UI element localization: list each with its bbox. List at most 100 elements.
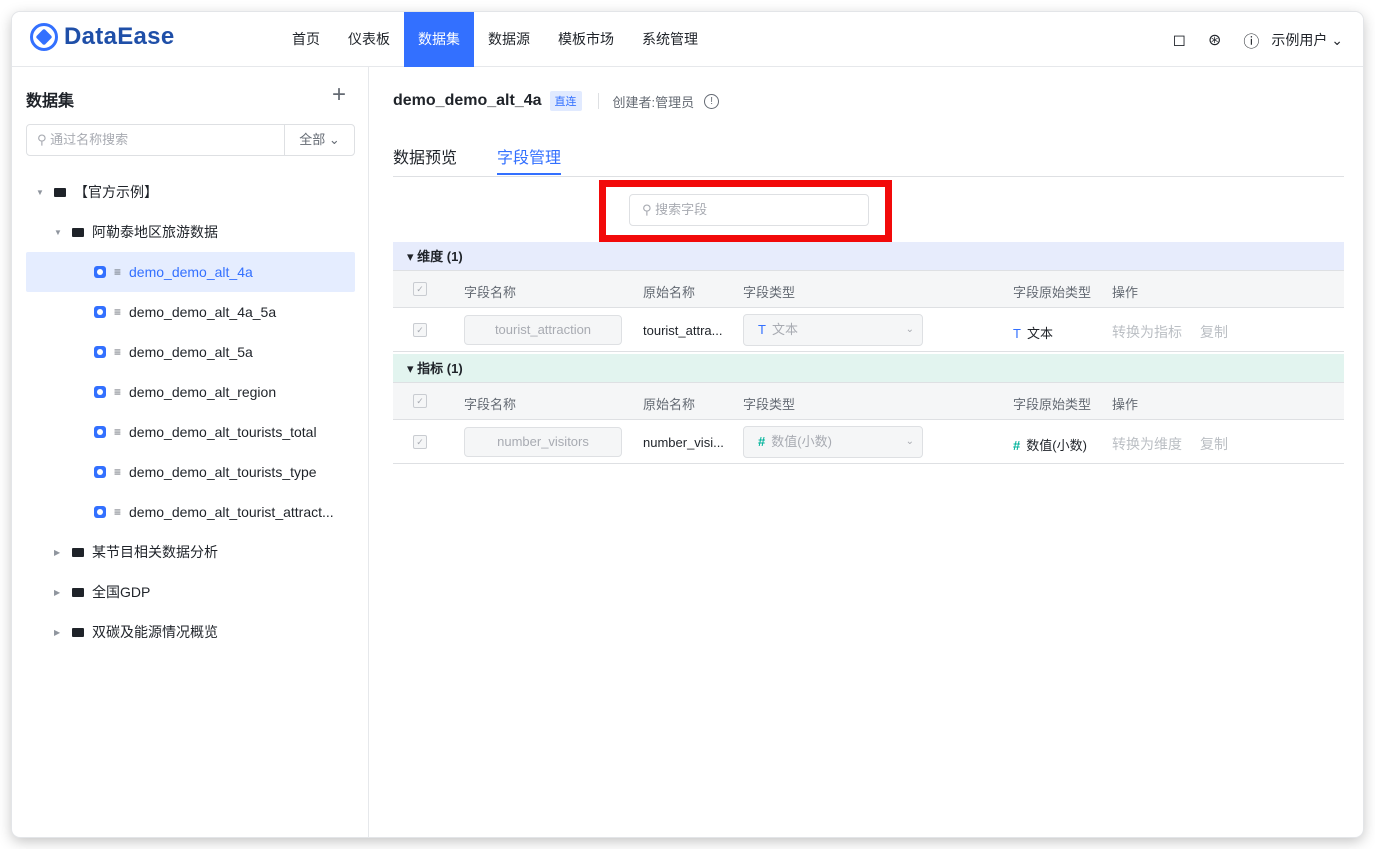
col-origin-type: 字段原始类型 bbox=[1013, 285, 1092, 300]
col-field-type: 字段类型 bbox=[743, 285, 796, 300]
list-icon: ≡ bbox=[114, 465, 122, 479]
col-origin-type: 字段原始类型 bbox=[1013, 397, 1092, 412]
caret-right-icon[interactable]: ▶ bbox=[54, 548, 66, 557]
caret-down-icon: ▾ bbox=[407, 361, 414, 376]
sidebar-search: ⚲ 通过名称搜索 全部 ⌄ bbox=[26, 124, 355, 156]
col-origin-name: 原始名称 bbox=[643, 397, 696, 412]
text-type-icon: T bbox=[1013, 326, 1021, 341]
chevron-down-icon: ⌄ bbox=[1331, 31, 1343, 48]
caret-down-icon[interactable]: ▼ bbox=[54, 228, 66, 237]
field-name-input[interactable]: number_visitors bbox=[464, 427, 622, 457]
nav-template-market[interactable]: 模板市场 bbox=[544, 12, 628, 67]
col-actions: 操作 bbox=[1112, 285, 1139, 300]
list-icon: ≡ bbox=[114, 265, 122, 279]
tree-node-folder[interactable]: ▶ 某节目相关数据分析 bbox=[26, 532, 355, 572]
row-checkbox[interactable]: ✓ bbox=[413, 323, 427, 337]
tree-node-dataset[interactable]: ≡ demo_demo_alt_4a_5a bbox=[26, 292, 355, 332]
search-icon: ⚲ bbox=[37, 132, 47, 147]
tree-node-dataset[interactable]: ≡ demo_demo_alt_tourists_total bbox=[26, 412, 355, 452]
tab-field-management[interactable]: 字段管理 bbox=[497, 144, 561, 168]
col-origin-name: 原始名称 bbox=[643, 285, 696, 300]
header-actions: ◻ ⊛ ⓘ 示例用户 ⌄ bbox=[1151, 12, 1343, 67]
user-menu[interactable]: 示例用户 ⌄ bbox=[1271, 30, 1343, 50]
logo-icon bbox=[30, 23, 58, 51]
tree-node-folder[interactable]: ▼ 【官方示例】 bbox=[26, 172, 355, 212]
notification-icon[interactable]: ◻ bbox=[1173, 30, 1186, 50]
copy-link[interactable]: 复制 bbox=[1200, 434, 1228, 454]
col-actions: 操作 bbox=[1112, 397, 1139, 412]
list-icon: ≡ bbox=[114, 305, 122, 319]
tree-node-folder[interactable]: ▼ 阿勒泰地区旅游数据 bbox=[26, 212, 355, 252]
folder-icon bbox=[72, 587, 84, 597]
caret-right-icon[interactable]: ▶ bbox=[54, 628, 66, 637]
table-header-row: ✓ 字段名称 原始名称 字段类型 字段原始类型 操作 bbox=[393, 271, 1344, 308]
dataset-icon bbox=[94, 346, 106, 358]
chevron-down-icon: ⌄ bbox=[328, 132, 340, 147]
nav-dashboard[interactable]: 仪表板 bbox=[334, 12, 404, 67]
tree-node-dataset[interactable]: ≡ demo_demo_alt_tourist_attract... bbox=[26, 492, 355, 532]
copy-link[interactable]: 复制 bbox=[1200, 322, 1228, 342]
info-icon[interactable]: ! bbox=[704, 93, 720, 109]
dataset-header: demo_demo_alt_4a 直连 创建者:管理员 ! bbox=[393, 91, 720, 111]
number-type-icon: # bbox=[1013, 438, 1021, 453]
origin-type: T 文本 bbox=[1013, 326, 1053, 341]
convert-to-indicator-link[interactable]: 转换为指标 bbox=[1112, 322, 1182, 342]
field-type-select[interactable]: # 数值(小数) ⌄ bbox=[743, 426, 923, 458]
field-name-input[interactable]: tourist_attraction bbox=[464, 315, 622, 345]
logo[interactable]: DataEase bbox=[30, 23, 174, 51]
list-icon: ≡ bbox=[114, 425, 122, 439]
main-nav: 首页 仪表板 数据集 数据源 模板市场 系统管理 bbox=[278, 12, 712, 67]
tree-node-dataset[interactable]: ≡ demo_demo_alt_region bbox=[26, 372, 355, 412]
list-icon: ≡ bbox=[114, 345, 122, 359]
nav-system-management[interactable]: 系统管理 bbox=[628, 12, 712, 67]
tree-node-folder[interactable]: ▶ 全国GDP bbox=[26, 572, 355, 612]
origin-type: # 数值(小数) bbox=[1013, 438, 1087, 453]
dataset-icon bbox=[94, 426, 106, 438]
dataset-name: demo_demo_alt_4a bbox=[393, 92, 542, 109]
tree-node-folder[interactable]: ▶ 双碳及能源情况概览 bbox=[26, 612, 355, 652]
dataset-icon bbox=[94, 506, 106, 518]
nav-home[interactable]: 首页 bbox=[278, 12, 334, 67]
dimension-group-header[interactable]: ▾ 维度 (1) bbox=[393, 242, 1344, 271]
table-row: ✓ tourist_attraction tourist_attra... T文… bbox=[393, 308, 1344, 352]
dataset-tree: ▼ 【官方示例】 ▼ 阿勒泰地区旅游数据 ≡ demo_demo_alt_4a ≡ de… bbox=[26, 172, 355, 652]
top-navbar: DataEase 首页 仪表板 数据集 数据源 模板市场 系统管理 ◻ ⊛ ⓘ … bbox=[12, 12, 1363, 67]
translate-icon[interactable]: ⊛ bbox=[1208, 30, 1221, 50]
chevron-down-icon: ⌄ bbox=[905, 324, 914, 335]
tree-node-dataset[interactable]: ≡ demo_demo_alt_tourists_type bbox=[26, 452, 355, 492]
text-type-icon: T bbox=[758, 322, 766, 337]
folder-icon bbox=[72, 547, 84, 557]
row-checkbox[interactable]: ✓ bbox=[413, 435, 427, 449]
caret-right-icon[interactable]: ▶ bbox=[54, 588, 66, 597]
list-icon: ≡ bbox=[114, 385, 122, 399]
add-dataset-button[interactable]: + bbox=[332, 81, 346, 109]
creator-label: 创建者:管理员 bbox=[612, 94, 695, 110]
help-icon[interactable]: ⓘ bbox=[1243, 28, 1259, 52]
folder-icon bbox=[54, 187, 66, 197]
caret-down-icon[interactable]: ▼ bbox=[36, 188, 48, 197]
number-type-icon: # bbox=[758, 434, 766, 449]
nav-dataset[interactable]: 数据集 bbox=[404, 12, 474, 67]
tree-node-dataset[interactable]: ≡ demo_demo_alt_5a bbox=[26, 332, 355, 372]
sidebar-search-input[interactable]: ⚲ 通过名称搜索 bbox=[27, 125, 284, 155]
col-field-name: 字段名称 bbox=[464, 285, 517, 300]
field-type-select[interactable]: T 文本 ⌄ bbox=[743, 314, 923, 346]
nav-datasource[interactable]: 数据源 bbox=[474, 12, 544, 67]
sidebar-title: 数据集 bbox=[26, 93, 75, 110]
tree-node-dataset-active[interactable]: ≡ demo_demo_alt_4a bbox=[26, 252, 355, 292]
caret-down-icon: ▾ bbox=[407, 249, 414, 264]
app-window: DataEase 首页 仪表板 数据集 数据源 模板市场 系统管理 ◻ ⊛ ⓘ … bbox=[12, 12, 1363, 837]
select-all-checkbox[interactable]: ✓ bbox=[413, 282, 427, 296]
tab-data-preview[interactable]: 数据预览 bbox=[393, 144, 457, 168]
convert-to-dimension-link[interactable]: 转换为维度 bbox=[1112, 434, 1182, 454]
dataset-icon bbox=[94, 306, 106, 318]
dataset-icon bbox=[94, 386, 106, 398]
origin-name: tourist_attra... bbox=[643, 323, 723, 338]
indicator-group-header[interactable]: ▾ 指标 (1) bbox=[393, 354, 1344, 383]
select-all-checkbox[interactable]: ✓ bbox=[413, 394, 427, 408]
dataset-tabs: 数据预览 字段管理 bbox=[393, 133, 1344, 177]
col-field-name: 字段名称 bbox=[464, 397, 517, 412]
origin-name: number_visi... bbox=[643, 435, 724, 450]
folder-icon bbox=[72, 227, 84, 237]
sidebar-filter-select[interactable]: 全部 ⌄ bbox=[284, 125, 354, 155]
